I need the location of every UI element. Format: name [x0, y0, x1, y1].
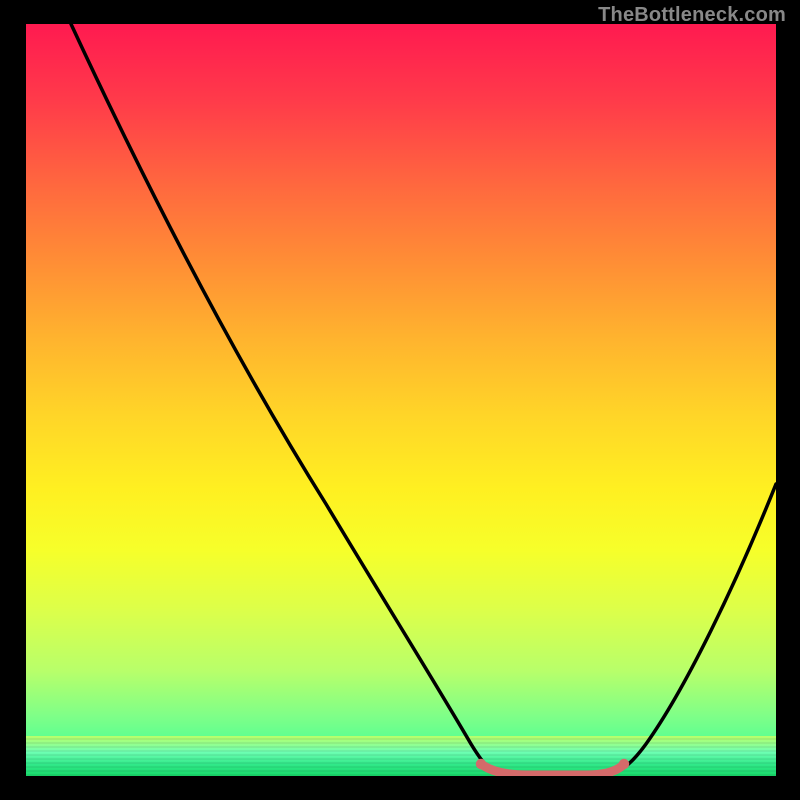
watermark-label: TheBottleneck.com — [598, 4, 786, 27]
bottleneck-curve-path — [71, 24, 776, 774]
highlight-dot-left — [476, 759, 486, 769]
highlight-dot-right — [619, 759, 629, 769]
plot-area — [26, 24, 776, 776]
flat-zone-highlight-path — [481, 764, 624, 775]
curve-layer — [26, 24, 776, 776]
chart-stage: TheBottleneck.com — [0, 0, 800, 800]
